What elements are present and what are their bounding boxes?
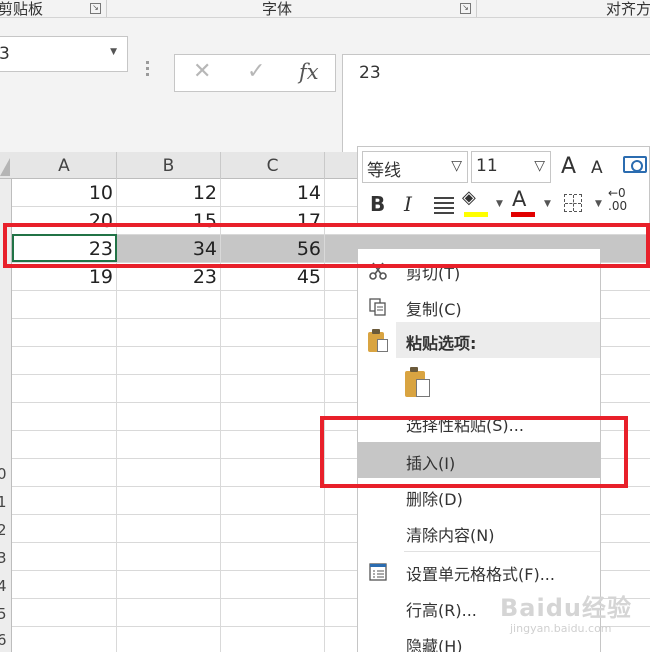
ribbon-group-labels: 剪贴板 ↘ 字体 ↘ 对齐方 xyxy=(0,0,650,18)
font-color-swatch xyxy=(511,212,535,217)
row-number[interactable]: 5 xyxy=(0,605,7,623)
decrease-font-icon[interactable]: A xyxy=(591,158,603,178)
align-center-icon[interactable] xyxy=(434,197,454,217)
column-header-b[interactable]: B xyxy=(117,152,221,179)
row-number[interactable]: 3 xyxy=(0,549,7,567)
ribbon-separator xyxy=(476,0,477,17)
row-number[interactable]: 0 xyxy=(0,465,7,483)
menu-separator xyxy=(404,551,600,552)
accounting-format-icon[interactable] xyxy=(623,156,647,173)
select-all-corner[interactable] xyxy=(0,152,12,179)
menu-item-label: 设置单元格格式(F)... xyxy=(406,565,555,584)
cancel-icon[interactable]: ✕ xyxy=(193,59,211,84)
chevron-down-icon[interactable]: ▼ xyxy=(595,199,602,209)
drag-handle-icon[interactable] xyxy=(146,61,150,79)
annotation-box-row xyxy=(3,223,650,268)
chevron-down-icon[interactable]: ▼ xyxy=(110,47,117,57)
increase-decimal-icon[interactable]: ←0 .00 xyxy=(608,187,627,213)
menu-item-clear-contents[interactable]: 清除内容(N) xyxy=(358,514,600,550)
paste-option-button[interactable] xyxy=(403,365,435,401)
row-number[interactable]: 1 xyxy=(0,493,7,511)
clipboard-launcher-icon[interactable]: ↘ xyxy=(90,3,101,14)
format-cells-icon xyxy=(369,563,387,581)
formula-input[interactable]: 23 xyxy=(342,54,650,154)
font-launcher-icon[interactable]: ↘ xyxy=(460,3,471,14)
chevron-down-icon[interactable]: ▼ xyxy=(544,199,551,209)
column-header-d[interactable] xyxy=(325,152,358,179)
clipboard-icon xyxy=(368,329,390,353)
chevron-down-icon[interactable]: ▽ xyxy=(451,158,462,174)
menu-item-format-cells[interactable]: 设置单元格格式(F)... xyxy=(358,553,600,589)
borders-icon[interactable] xyxy=(564,194,582,212)
name-box-value: 3 xyxy=(0,44,10,64)
mini-toolbar: 等线 ▽ 11 ▽ A A B I ◈ ▼ A ▼ ▼ ←0 .00 xyxy=(357,146,650,224)
column-header-a[interactable]: A xyxy=(12,152,117,179)
formula-buttons: ✕ ✓ fx xyxy=(174,54,336,92)
annotation-box-insert xyxy=(320,416,628,488)
cell-b1[interactable]: 12 xyxy=(117,179,217,207)
font-size-select[interactable]: 11 ▽ xyxy=(471,151,551,183)
cell-c1[interactable]: 14 xyxy=(221,179,321,207)
fill-color-icon[interactable]: ◈ xyxy=(462,187,476,208)
watermark-url: jingyan.baidu.com xyxy=(510,622,612,635)
copy-icon xyxy=(369,298,386,316)
formula-value: 23 xyxy=(359,63,381,83)
decimal-bottom: .00 xyxy=(608,199,628,213)
font-color-icon[interactable]: A xyxy=(512,187,526,211)
clipboard-group-label: 剪贴板 xyxy=(0,0,44,18)
insert-function-icon[interactable]: fx xyxy=(299,60,319,84)
row-number[interactable]: 4 xyxy=(0,577,7,595)
name-box[interactable]: 3 ▼ xyxy=(0,36,128,72)
ribbon-separator xyxy=(106,0,107,17)
font-name-value: 等线 xyxy=(367,161,401,181)
font-group-label: 字体 xyxy=(262,0,293,18)
formula-bar-area: 3 ▼ ✕ ✓ fx 23 xyxy=(0,18,650,154)
chevron-down-icon[interactable]: ▼ xyxy=(496,199,503,209)
paste-options-label: 粘贴选项: xyxy=(406,334,477,353)
italic-icon[interactable]: I xyxy=(404,192,412,216)
column-header-c[interactable]: C xyxy=(221,152,325,179)
watermark-logo: Baidu经验 xyxy=(500,594,632,622)
alignment-group-label: 对齐方 xyxy=(606,0,650,18)
menu-item-label: 清除内容(N) xyxy=(406,526,495,545)
row-number[interactable]: 6 xyxy=(0,631,7,649)
menu-item-label: 行高(R)... xyxy=(406,601,477,620)
row-number[interactable]: 2 xyxy=(0,521,7,539)
fill-color-swatch xyxy=(464,212,488,217)
menu-item-copy[interactable]: 复制(C) xyxy=(358,288,600,324)
menu-item-label: 复制(C) xyxy=(406,300,462,319)
cell-a1[interactable]: 10 xyxy=(12,179,113,207)
font-size-value: 11 xyxy=(476,156,498,176)
enter-icon[interactable]: ✓ xyxy=(247,59,265,84)
menu-item-label: 删除(D) xyxy=(406,490,463,509)
chevron-down-icon[interactable]: ▽ xyxy=(534,158,545,174)
increase-font-icon[interactable]: A xyxy=(561,154,576,179)
paste-options-header: 粘贴选项: xyxy=(396,322,600,358)
bold-icon[interactable]: B xyxy=(370,192,385,216)
font-name-select[interactable]: 等线 ▽ xyxy=(362,151,468,183)
menu-item-label: 隐藏(H) xyxy=(406,637,463,652)
